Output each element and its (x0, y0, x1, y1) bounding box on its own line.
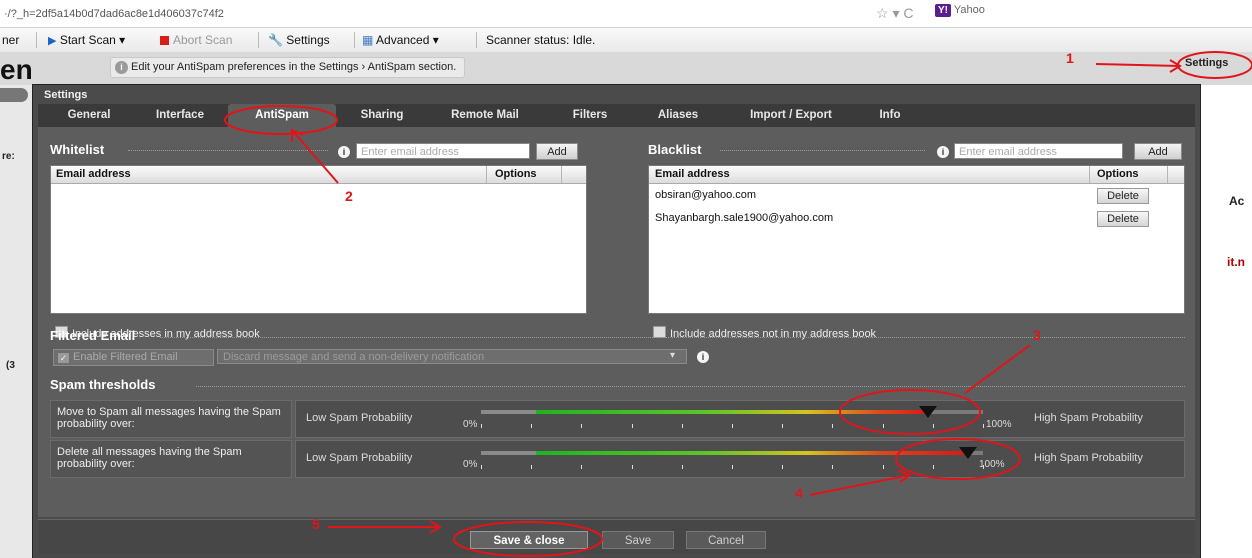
annotation-arrow-3 (964, 344, 1031, 394)
annotation-label-4: 4 (795, 485, 803, 501)
annotation-overlay (224, 51, 1252, 557)
annotation-label-1: 1 (1066, 50, 1074, 66)
annotation-arrow-1 (1095, 63, 1181, 67)
annotation-circle-2 (224, 105, 338, 135)
annotation-label-5: 5 (312, 516, 320, 532)
annotation-circle-4 (895, 438, 1021, 480)
annotation-circle-1 (1177, 51, 1252, 79)
annotation-arrow-4 (809, 474, 911, 496)
annotation-circle-5 (453, 521, 603, 557)
annotation-circle-3 (839, 389, 981, 435)
annotation-arrow-2 (291, 129, 339, 184)
annotation-label-2: 2 (345, 188, 353, 204)
annotation-label-3: 3 (1033, 327, 1041, 343)
